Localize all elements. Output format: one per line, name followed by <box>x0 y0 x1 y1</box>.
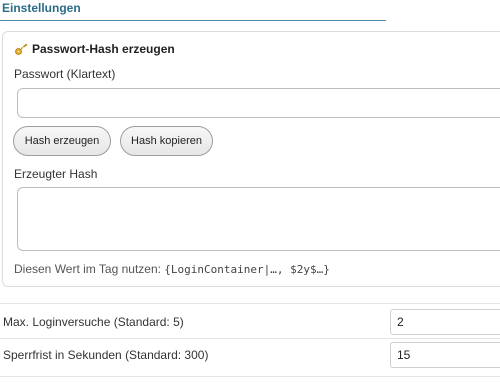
row-divider <box>0 338 500 339</box>
section-title-underline <box>0 20 386 21</box>
max-login-input[interactable] <box>390 309 500 335</box>
section-title: Einstellungen <box>2 1 81 15</box>
hash-output-textarea[interactable] <box>17 187 500 251</box>
hash-output-label: Erzeugter Hash <box>14 167 98 181</box>
copy-hash-button[interactable]: Hash kopieren <box>120 126 213 156</box>
hash-card-title: Passwort-Hash erzeugen <box>32 42 175 56</box>
hint-code: {LoginContainer|…, $2y$…} <box>164 263 330 276</box>
max-login-label: Max. Loginversuche (Standard: 5) <box>3 315 184 329</box>
hint-text: Diesen Wert im Tag nutzen: <box>14 262 165 276</box>
password-label: Passwort (Klartext) <box>14 67 116 81</box>
hash-usage-hint: Diesen Wert im Tag nutzen: {LoginContain… <box>14 262 330 276</box>
hash-card-header: Passwort-Hash erzeugen <box>14 42 175 56</box>
lock-duration-label: Sperrfrist in Sekunden (Standard: 300) <box>3 348 209 362</box>
row-divider <box>0 303 500 304</box>
generate-hash-button[interactable]: Hash erzeugen <box>13 126 111 156</box>
lock-duration-input[interactable] <box>390 342 500 368</box>
row-divider <box>0 376 500 377</box>
key-icon <box>15 43 28 55</box>
password-input[interactable] <box>17 88 500 118</box>
